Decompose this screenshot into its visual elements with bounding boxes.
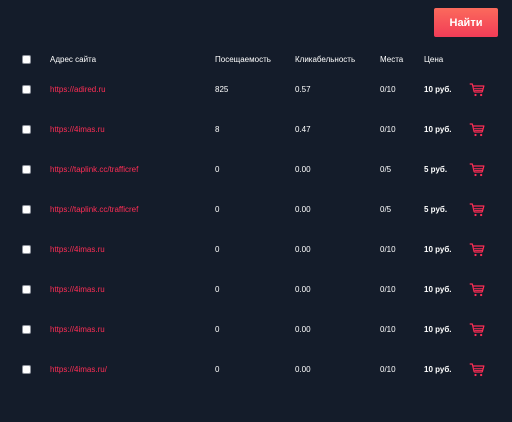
traffic-value: 0 xyxy=(215,325,220,334)
site-link[interactable]: https://4imas.ru xyxy=(50,280,105,300)
site-link[interactable]: https://4imas.ru xyxy=(50,120,105,140)
shopping-cart-icon[interactable] xyxy=(469,162,486,178)
column-header-price: Цена xyxy=(424,55,444,64)
traffic-value: 825 xyxy=(215,85,229,94)
places-value: 0/5 xyxy=(380,165,392,174)
shopping-cart-icon[interactable] xyxy=(469,362,486,378)
places-value: 0/10 xyxy=(380,285,396,294)
row-checkbox[interactable] xyxy=(22,245,31,254)
shopping-cart-icon[interactable] xyxy=(469,282,486,298)
places-value: 0/10 xyxy=(380,365,396,374)
price-value: 10 руб. xyxy=(424,125,452,134)
site-link[interactable]: https://taplink.cc/trafficref xyxy=(50,200,138,220)
ctr-value: 0.00 xyxy=(295,165,311,174)
site-link[interactable]: https://taplink.cc/trafficref xyxy=(50,160,138,180)
site-link[interactable]: https://adired.ru xyxy=(50,80,106,100)
price-value: 5 руб. xyxy=(424,165,448,174)
price-value: 5 руб. xyxy=(424,205,448,214)
price-value: 10 руб. xyxy=(424,365,452,374)
row-checkbox[interactable] xyxy=(22,325,31,334)
select-all-checkbox[interactable] xyxy=(22,55,31,64)
ctr-value: 0.00 xyxy=(295,205,311,214)
traffic-value: 0 xyxy=(215,205,220,214)
ctr-value: 0.57 xyxy=(295,85,311,94)
shopping-cart-icon[interactable] xyxy=(469,82,486,98)
search-button[interactable]: Найти xyxy=(434,8,498,37)
site-link[interactable]: https://4imas.ru xyxy=(50,320,105,340)
traffic-value: 0 xyxy=(215,285,220,294)
ctr-value: 0.00 xyxy=(295,365,311,374)
places-value: 0/10 xyxy=(380,125,396,134)
row-checkbox[interactable] xyxy=(22,85,31,94)
column-header-traffic: Посещаемость xyxy=(215,55,271,64)
column-header-ctr: Кликабельность xyxy=(295,55,356,64)
table-row: https://4imas.ru/ 0 0.00 0/10 10 руб. xyxy=(0,360,512,380)
price-value: 10 руб. xyxy=(424,325,452,334)
price-value: 10 руб. xyxy=(424,245,452,254)
table-row: https://taplink.cc/trafficref 0 0.00 0/5… xyxy=(0,160,512,180)
table-row: https://4imas.ru 0 0.00 0/10 10 руб. xyxy=(0,280,512,300)
shopping-cart-icon[interactable] xyxy=(469,122,486,138)
column-header-places: Места xyxy=(380,55,404,64)
table-row: https://4imas.ru 8 0.47 0/10 10 руб. xyxy=(0,120,512,140)
traffic-value: 8 xyxy=(215,125,220,134)
row-checkbox[interactable] xyxy=(22,205,31,214)
shopping-cart-icon[interactable] xyxy=(469,202,486,218)
row-checkbox[interactable] xyxy=(22,365,31,374)
table-row: https://taplink.cc/trafficref 0 0.00 0/5… xyxy=(0,200,512,220)
shopping-cart-icon[interactable] xyxy=(469,242,486,258)
table-row: https://adired.ru 825 0.57 0/10 10 руб. xyxy=(0,80,512,100)
traffic-value: 0 xyxy=(215,365,220,374)
places-value: 0/10 xyxy=(380,245,396,254)
site-link[interactable]: https://4imas.ru/ xyxy=(50,360,107,380)
site-link[interactable]: https://4imas.ru xyxy=(50,240,105,260)
ctr-value: 0.00 xyxy=(295,245,311,254)
row-checkbox[interactable] xyxy=(22,285,31,294)
table-row: https://4imas.ru 0 0.00 0/10 10 руб. xyxy=(0,320,512,340)
places-value: 0/10 xyxy=(380,85,396,94)
ctr-value: 0.00 xyxy=(295,285,311,294)
row-checkbox[interactable] xyxy=(22,165,31,174)
shopping-cart-icon[interactable] xyxy=(469,322,486,338)
table-row: https://4imas.ru 0 0.00 0/10 10 руб. xyxy=(0,240,512,260)
page: Найти Адрес сайта Посещаемость Кликабель… xyxy=(0,0,512,422)
traffic-value: 0 xyxy=(215,245,220,254)
places-value: 0/5 xyxy=(380,205,392,214)
places-value: 0/10 xyxy=(380,325,396,334)
price-value: 10 руб. xyxy=(424,285,452,294)
ctr-value: 0.47 xyxy=(295,125,311,134)
price-value: 10 руб. xyxy=(424,85,452,94)
column-header-site: Адрес сайта xyxy=(50,55,97,64)
traffic-value: 0 xyxy=(215,165,220,174)
row-checkbox[interactable] xyxy=(22,125,31,134)
table-header: Адрес сайта Посещаемость Кликабельность … xyxy=(0,52,512,68)
ctr-value: 0.00 xyxy=(295,325,311,334)
